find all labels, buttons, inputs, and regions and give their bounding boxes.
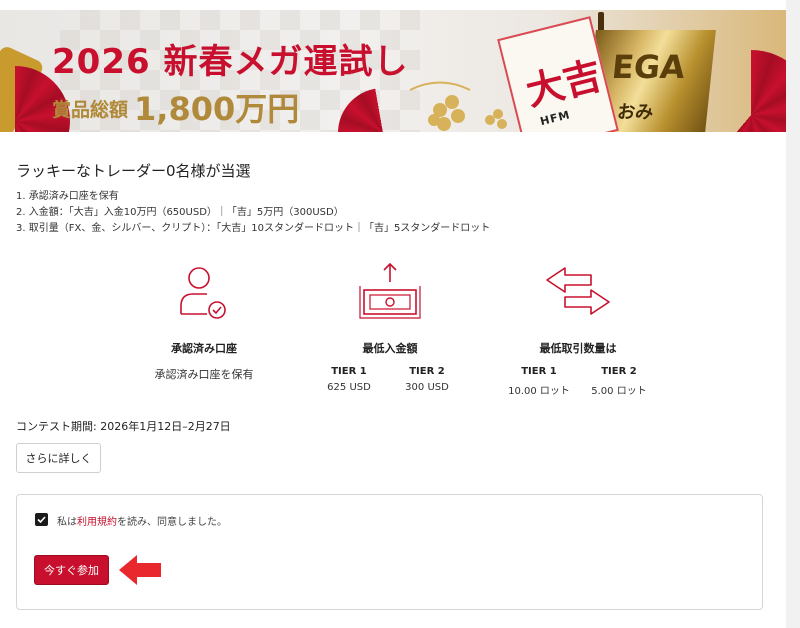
feature-volume	[488, 262, 668, 322]
deposit-tier2-label: TIER 2	[409, 366, 445, 377]
promo-banner: 2026 新春メガ運試し 賞品総額 1,800万円 EGA おみ 大吉 HFM	[0, 10, 786, 132]
volume-tier2-label: TIER 2	[601, 366, 637, 377]
join-now-button[interactable]: 今すぐ参加	[34, 555, 109, 585]
terms-checkbox[interactable]	[35, 513, 48, 526]
omikuji-fortune: 大吉	[521, 53, 607, 115]
terms-agreement-label: 私は利用規約を読み、同意しました。	[57, 513, 227, 528]
volume-tier1-label: TIER 1	[521, 366, 557, 377]
prize-amount: 1,800万円	[134, 90, 300, 128]
box-text: EGA	[610, 48, 687, 86]
volume-tier1-value: 10.00 ロット	[508, 386, 570, 397]
checkmark-icon	[37, 516, 46, 524]
feature-account	[134, 262, 274, 322]
deposit-tier2-value: 300 USD	[405, 382, 449, 393]
feature-deposit	[300, 262, 480, 322]
deposit-tier1-value: 625 USD	[327, 382, 371, 393]
prize-label: 賞品総額	[52, 99, 129, 121]
feature-account-text: 承認済み口座を保有	[154, 368, 254, 381]
feature-account-title: 承認済み口座	[171, 342, 237, 355]
user-check-icon	[180, 267, 226, 319]
contest-period: コンテスト期間: 2026年1月12日–2月27日	[16, 420, 231, 433]
money-deposit-icon	[359, 262, 421, 319]
learn-more-button[interactable]: さらに詳しく	[16, 443, 101, 473]
rule-item: 2. 入金額：「大吉」入金10万円（650USD）｜「吉」5万円（300USD）	[16, 207, 344, 218]
rules-list: 1. 承認済み口座を保有 2. 入金額：「大吉」入金10万円（650USD）｜「…	[16, 189, 490, 237]
banner-prize: 賞品総額 1,800万円	[52, 84, 299, 130]
deposit-tier1-label: TIER 1	[331, 366, 367, 377]
page-headline: ラッキーなトレーダー0名様が当選	[16, 162, 251, 180]
banner-title: 2026 新春メガ運試し	[52, 42, 409, 82]
exchange-arrows-icon	[546, 267, 610, 315]
feature-volume-title: 最低取引数量は	[539, 342, 617, 355]
agree-prefix: 私は	[57, 517, 77, 528]
rule-item: 1. 承認済み口座を保有	[16, 191, 119, 202]
contest-panel: 2026 新春メガ運試し 賞品総額 1,800万円 EGA おみ 大吉 HFM ラ…	[0, 0, 786, 628]
agree-suffix: を読み、同意しました。	[117, 517, 227, 528]
terms-link[interactable]: 利用規約	[77, 517, 117, 528]
sakura-flowers-icon	[409, 81, 507, 131]
box-subtext: おみ	[616, 102, 655, 123]
volume-tier2-value: 5.00 ロット	[591, 386, 647, 397]
pointer-arrow-icon	[119, 555, 161, 585]
rule-item: 3. 取引量（FX、金、シルバー、クリプト）：「大吉」10スタンダードロット｜「…	[16, 223, 491, 234]
feature-deposit-title: 最低入金額	[362, 342, 418, 355]
join-form: 私は利用規約を読み、同意しました。 今すぐ参加	[16, 494, 763, 610]
